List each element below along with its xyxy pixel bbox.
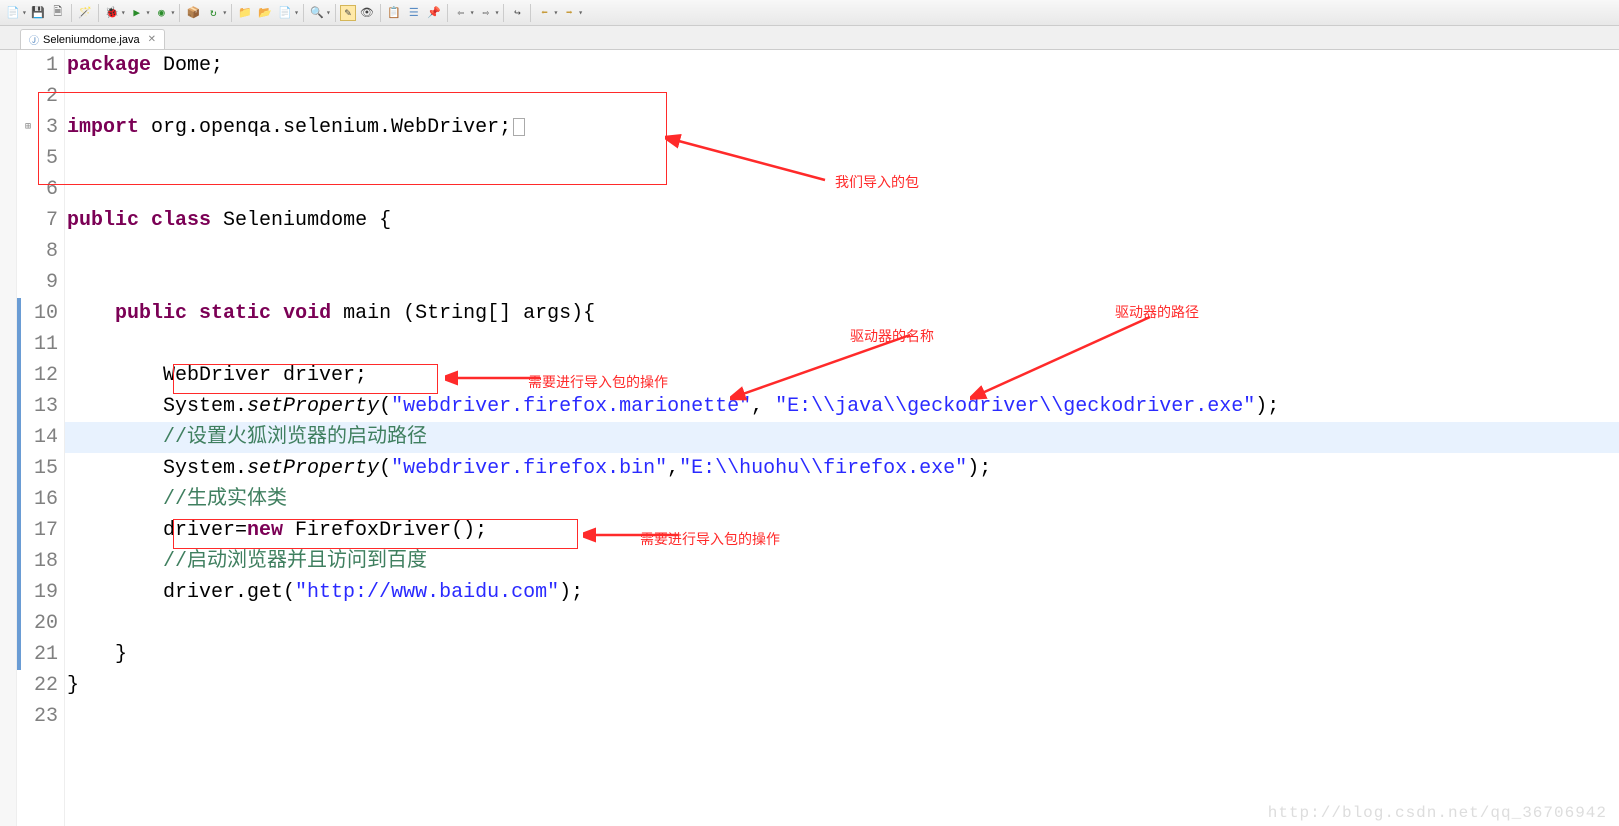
run-icon[interactable]: ▶	[128, 4, 146, 22]
code-line	[65, 608, 1619, 639]
code-line: driver.get("http://www.baidu.com");	[65, 577, 1619, 608]
left-margin	[0, 50, 17, 826]
code-line: package Dome;	[65, 50, 1619, 81]
line-number: 18	[17, 546, 64, 577]
tab-filename: Seleniumdome.java	[43, 34, 140, 46]
nav-prev-icon[interactable]: ⇦	[452, 4, 470, 22]
line-number: 7	[17, 205, 64, 236]
line-number: 19	[17, 577, 64, 608]
code-line: public static void main (String[] args){	[65, 298, 1619, 329]
line-number: 5	[17, 143, 64, 174]
code-line: System.setProperty("webdriver.firefox.bi…	[65, 453, 1619, 484]
code-line	[65, 701, 1619, 732]
line-number: 1	[17, 50, 64, 81]
refresh-icon[interactable]: ↻	[204, 4, 222, 22]
line-number: 20	[17, 608, 64, 639]
line-number: 10	[17, 298, 64, 329]
code-line	[65, 236, 1619, 267]
code-line: System.setProperty("webdriver.firefox.ma…	[65, 391, 1619, 422]
watermark: http://blog.csdn.net/qq_36706942	[1268, 804, 1607, 822]
code-line: }	[65, 639, 1619, 670]
close-icon[interactable]: ✕	[148, 34, 156, 45]
outline-icon[interactable]: ☰	[405, 4, 423, 22]
save-icon[interactable]: 💾	[29, 4, 47, 22]
line-number: 16	[17, 484, 64, 515]
new-class-icon[interactable]: 📁	[236, 4, 254, 22]
code-line: //启动浏览器并且访问到百度	[65, 546, 1619, 577]
line-number: 11	[17, 329, 64, 360]
line-number: 2	[17, 81, 64, 112]
code-line	[65, 143, 1619, 174]
line-number: 12	[17, 360, 64, 391]
code-line: WebDriver driver;	[65, 360, 1619, 391]
new-file-icon[interactable]: 📄	[276, 4, 294, 22]
code-line: //设置火狐浏览器的启动路径	[65, 422, 1619, 453]
line-number: 9	[17, 267, 64, 298]
new-dropdown-icon[interactable]: 📄	[4, 4, 22, 22]
code-area[interactable]: package Dome; import org.openqa.selenium…	[65, 50, 1619, 826]
search-icon[interactable]: 🔍	[308, 4, 326, 22]
nav-next-icon[interactable]: ⇨	[477, 4, 495, 22]
code-line	[65, 174, 1619, 205]
debug-icon[interactable]: 🐞	[103, 4, 121, 22]
save-all-icon[interactable]: 🗎	[49, 4, 67, 22]
line-number: 14	[17, 422, 64, 453]
tab-seleniumdome[interactable]: Ⓙ Seleniumdome.java ✕	[20, 29, 165, 49]
forward-icon[interactable]: ➡	[560, 4, 578, 22]
line-number: 21	[17, 639, 64, 670]
highlight-icon[interactable]: ✎	[340, 5, 356, 21]
step-icon[interactable]: ↪	[508, 4, 526, 22]
code-line: driver=new FirefoxDriver();	[65, 515, 1619, 546]
line-number: 15	[17, 453, 64, 484]
line-number: 13	[17, 391, 64, 422]
code-line: //生成实体类	[65, 484, 1619, 515]
code-line: public class Seleniumdome {	[65, 205, 1619, 236]
editor: 1 2 ⊞3 5 6 7 8 9 10 11 12 13 14 15 16 17…	[0, 50, 1619, 826]
code-line	[65, 329, 1619, 360]
wand-icon[interactable]: 🪄	[76, 4, 94, 22]
tab-bar: Ⓙ Seleniumdome.java ✕	[0, 26, 1619, 50]
line-number: 8	[17, 236, 64, 267]
code-line: }	[65, 670, 1619, 701]
mark-icon[interactable]: 👁	[358, 4, 376, 22]
code-line	[65, 81, 1619, 112]
coverage-icon[interactable]: ◉	[152, 4, 170, 22]
back-icon[interactable]: ⬅	[535, 4, 553, 22]
line-number: 6	[17, 174, 64, 205]
code-line	[65, 267, 1619, 298]
fold-plus-icon[interactable]: ⊞	[19, 112, 31, 124]
line-number: 17	[17, 515, 64, 546]
line-number: 23	[17, 701, 64, 732]
new-package-icon[interactable]: 📦	[184, 4, 202, 22]
code-line: import org.openqa.selenium.WebDriver;	[65, 112, 1619, 143]
line-number: 22	[17, 670, 64, 701]
task-icon[interactable]: 📋	[385, 4, 403, 22]
line-number: ⊞3	[17, 112, 64, 143]
java-file-icon: Ⓙ	[29, 32, 39, 47]
new-folder-icon[interactable]: 📂	[256, 4, 274, 22]
pin-icon[interactable]: 📌	[425, 4, 443, 22]
toolbar: 📄▾ 💾 🗎 🪄 🐞▾ ▶▾ ◉▾ 📦 ↻▾ 📁 📂 📄▾ 🔍▾ ✎ 👁 📋 ☰…	[0, 0, 1619, 26]
line-number-gutter: 1 2 ⊞3 5 6 7 8 9 10 11 12 13 14 15 16 17…	[17, 50, 65, 826]
